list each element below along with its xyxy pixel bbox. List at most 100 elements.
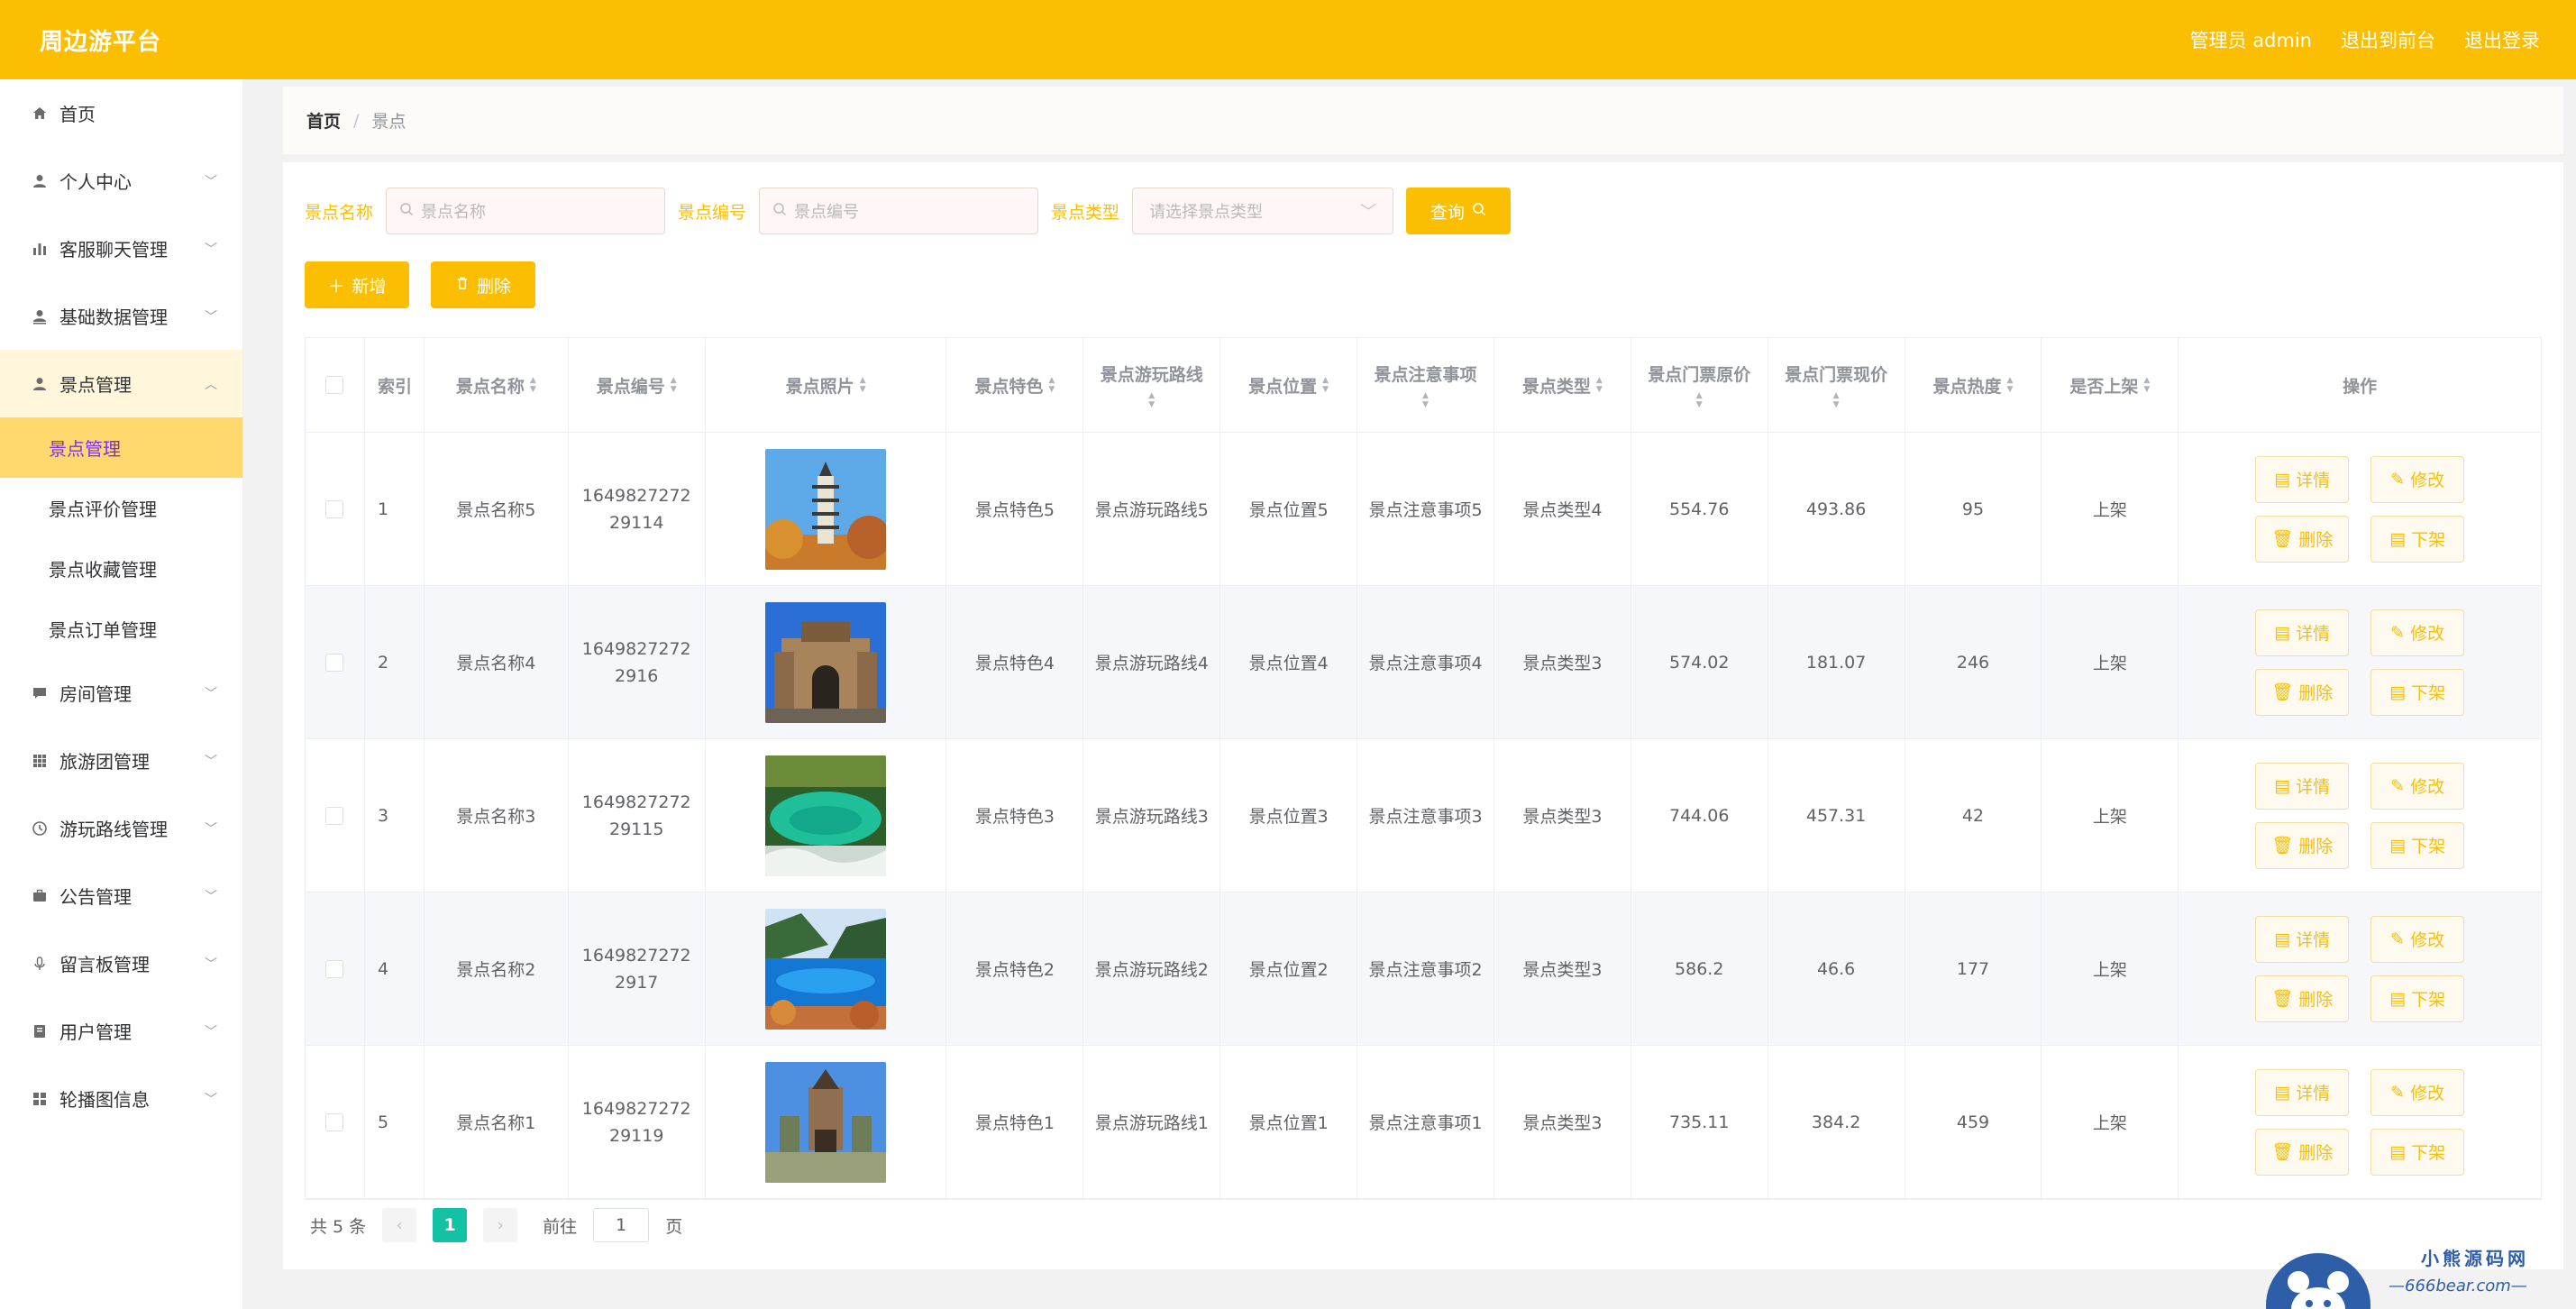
- type-search-label: 景点类型: [1051, 202, 1120, 223]
- type-select[interactable]: 请选择景点类型 ﹀: [1132, 188, 1394, 234]
- detail-label: 详情: [2296, 1084, 2331, 1103]
- sort-icon[interactable]: ▲ ▼: [1048, 376, 1055, 394]
- sort-icon[interactable]: ▲ ▼: [860, 376, 866, 394]
- sidebar-item-label: 轮播图信息: [59, 1089, 150, 1111]
- off-shelf-button[interactable]: ▤ 下架: [2370, 975, 2465, 1022]
- sort-icon[interactable]: ▲ ▼: [2143, 376, 2150, 394]
- header-heat[interactable]: 景点热度 ▲ ▼: [1905, 338, 2042, 432]
- checkbox[interactable]: [325, 959, 344, 978]
- header-orig-price[interactable]: 景点门票原价 ▲ ▼: [1631, 338, 1768, 432]
- row-select[interactable]: [306, 1046, 365, 1198]
- header-photo[interactable]: 景点照片 ▲ ▼: [706, 338, 947, 432]
- sidebar-item-carousel[interactable]: 轮播图信息 ﹀: [0, 1065, 242, 1132]
- sidebar-item-chat[interactable]: 客服聊天管理 ﹀: [0, 215, 242, 282]
- plus-icon: ＋: [327, 276, 345, 297]
- name-search-input[interactable]: 景点名称: [386, 188, 666, 234]
- header-cur-price[interactable]: 景点门票现价 ▲ ▼: [1768, 338, 1905, 432]
- checkbox[interactable]: [325, 806, 344, 825]
- off-shelf-label: 下架: [2411, 837, 2446, 856]
- watermark-line1: 小熊源码网: [2421, 1248, 2529, 1269]
- checkbox[interactable]: [325, 499, 344, 518]
- breadcrumb-home[interactable]: 首页: [306, 108, 341, 133]
- add-button[interactable]: ＋ 新增: [305, 261, 409, 308]
- sidebar-item-scenic[interactable]: 景点管理 ︿: [0, 350, 242, 417]
- header-select-all[interactable]: [306, 338, 365, 432]
- off-shelf-button[interactable]: ▤ 下架: [2370, 821, 2465, 869]
- row-select[interactable]: [306, 433, 365, 585]
- row-select[interactable]: [306, 739, 365, 892]
- header-code[interactable]: 景点编号 ▲ ▼: [569, 338, 706, 432]
- sort-icon[interactable]: ▲ ▼: [1322, 376, 1329, 394]
- delete-button[interactable]: 🗑 删除: [2255, 975, 2350, 1022]
- detail-button[interactable]: ▤ 详情: [2255, 915, 2350, 963]
- header-notice[interactable]: 景点注意事项 ▲ ▼: [1357, 338, 1494, 432]
- sidebar-item-tourgroup[interactable]: 旅游团管理 ﹀: [0, 727, 242, 794]
- edit-button[interactable]: ✎ 修改: [2370, 609, 2465, 656]
- row-select[interactable]: [306, 586, 365, 738]
- batch-delete-button[interactable]: 删除: [431, 261, 535, 308]
- next-page-button[interactable]: ›: [483, 1208, 518, 1242]
- sidebar-item-personal[interactable]: 个人中心 ﹀: [0, 147, 242, 215]
- detail-button[interactable]: ▤ 详情: [2255, 1068, 2350, 1116]
- submenu-scenic-order[interactable]: 景点订单管理: [0, 599, 242, 659]
- sidebar-item-notice[interactable]: 公告管理 ﹀: [0, 862, 242, 929]
- location-text: 景点位置4: [1248, 654, 1329, 673]
- submenu-scenic-review[interactable]: 景点评价管理: [0, 478, 242, 538]
- header-location[interactable]: 景点位置 ▲ ▼: [1220, 338, 1358, 432]
- front-link[interactable]: 退出到前台: [2341, 26, 2435, 53]
- delete-button[interactable]: 🗑 删除: [2255, 515, 2350, 563]
- sidebar-item-room[interactable]: 房间管理 ﹀: [0, 659, 242, 727]
- trash-icon: 🗑: [2271, 836, 2294, 856]
- checkbox[interactable]: [325, 653, 344, 672]
- edit-button[interactable]: ✎ 修改: [2370, 915, 2465, 963]
- sort-icon[interactable]: ▲ ▼: [2007, 376, 2014, 394]
- sidebar-item-board[interactable]: 留言板管理 ﹀: [0, 929, 242, 997]
- sort-icon[interactable]: ▲ ▼: [1148, 391, 1155, 409]
- edit-button[interactable]: ✎ 修改: [2370, 455, 2465, 503]
- header-type[interactable]: 景点类型 ▲ ▼: [1494, 338, 1631, 432]
- checkbox[interactable]: [325, 1112, 344, 1131]
- sort-icon[interactable]: ▲ ▼: [1833, 391, 1840, 409]
- sort-icon[interactable]: ▲ ▼: [1422, 391, 1429, 409]
- sort-icon[interactable]: ▲ ▼: [530, 376, 536, 394]
- header-feature[interactable]: 景点特色 ▲ ▼: [946, 338, 1084, 432]
- cell-orig-price: 744.06: [1631, 739, 1768, 892]
- detail-button[interactable]: ▤ 详情: [2255, 762, 2350, 810]
- sidebar-item-route[interactable]: 游玩路线管理 ﹀: [0, 794, 242, 862]
- prev-page-button[interactable]: ‹: [382, 1208, 417, 1242]
- off-shelf-button[interactable]: ▤ 下架: [2370, 515, 2465, 563]
- detail-button[interactable]: ▤ 详情: [2255, 455, 2350, 503]
- delete-button[interactable]: 🗑 删除: [2255, 821, 2350, 869]
- sidebar-item-label: 客服聊天管理: [59, 239, 168, 261]
- header-route[interactable]: 景点游玩路线 ▲ ▼: [1083, 338, 1221, 432]
- logout-link[interactable]: 退出登录: [2464, 26, 2540, 53]
- edit-button[interactable]: ✎ 修改: [2370, 762, 2465, 810]
- query-button[interactable]: 查询: [1406, 188, 1512, 234]
- submenu-scenic-manage[interactable]: 景点管理: [0, 417, 242, 478]
- header-name[interactable]: 景点名称 ▲ ▼: [425, 338, 569, 432]
- sidebar-item-users[interactable]: 用户管理 ﹀: [0, 997, 242, 1065]
- cur-price-text: 493.86: [1805, 499, 1867, 519]
- delete-button[interactable]: 🗑 删除: [2255, 1128, 2350, 1176]
- sort-icon[interactable]: ▲ ▼: [1696, 391, 1703, 409]
- off-shelf-button[interactable]: ▤ 下架: [2370, 668, 2465, 716]
- edit-button[interactable]: ✎ 修改: [2370, 1068, 2465, 1116]
- delete-button[interactable]: 🗑 删除: [2255, 668, 2350, 716]
- sort-icon[interactable]: ▲ ▼: [1596, 376, 1603, 394]
- index-text: 1: [377, 499, 389, 519]
- sidebar-item-home[interactable]: 首页: [0, 79, 242, 147]
- code-search-input[interactable]: 景点编号: [759, 188, 1039, 234]
- off-shelf-button[interactable]: ▤ 下架: [2370, 1128, 2465, 1176]
- cell-cur-price: 181.07: [1768, 586, 1905, 738]
- checkbox[interactable]: [325, 376, 344, 394]
- chevron-up-icon: ︿: [205, 377, 217, 392]
- sort-icon[interactable]: ▲ ▼: [671, 376, 677, 394]
- header-status[interactable]: 是否上架 ▲ ▼: [2042, 338, 2179, 432]
- detail-button[interactable]: ▤ 详情: [2255, 609, 2350, 656]
- current-page[interactable]: 1: [433, 1208, 468, 1242]
- goto-page-input[interactable]: 1: [593, 1208, 650, 1242]
- cell-ops: ▤ 详情 ✎ 修改 🗑 删除 ▤ 下架: [2179, 892, 2541, 1045]
- submenu-scenic-favorite[interactable]: 景点收藏管理: [0, 538, 242, 599]
- row-select[interactable]: [306, 892, 365, 1045]
- sidebar-item-basedata[interactable]: 基础数据管理 ﹀: [0, 282, 242, 350]
